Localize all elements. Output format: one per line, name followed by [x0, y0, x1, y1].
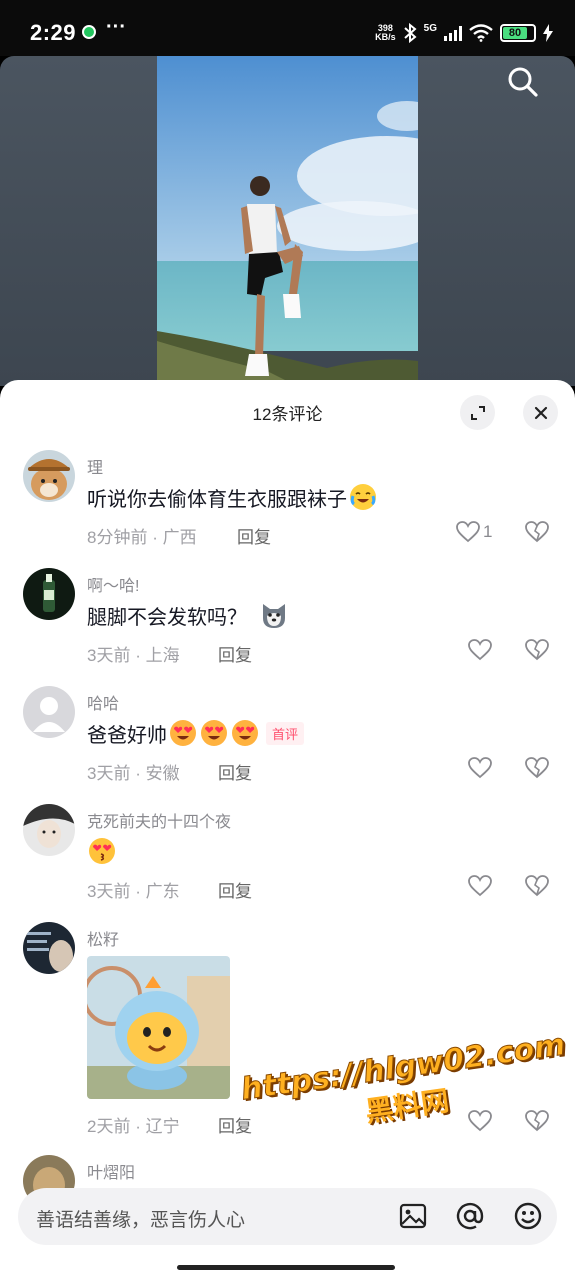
- like-count: 1: [483, 522, 493, 541]
- video-frame-image: [157, 56, 418, 386]
- comment-meta: 8分钟前 · 广西: [87, 528, 197, 547]
- image-icon[interactable]: [398, 1201, 428, 1231]
- comment-text: 爸爸好帅 首评: [87, 718, 305, 748]
- comment-username[interactable]: 啊～哈!: [87, 572, 139, 596]
- at-icon[interactable]: [455, 1201, 485, 1231]
- dislike-icon[interactable]: [525, 639, 549, 661]
- first-comment-badge: 首评: [266, 721, 305, 745]
- avatar[interactable]: [23, 686, 75, 738]
- husky-emoji: [263, 604, 285, 628]
- comment-text: 腿脚不会发软吗？: [87, 600, 289, 630]
- status-more-icon: ···: [106, 16, 126, 38]
- emoji-icon[interactable]: [513, 1201, 543, 1231]
- video-player[interactable]: [157, 56, 418, 386]
- comment-username[interactable]: 松籽: [87, 926, 119, 950]
- comment-meta: 3天前 · 广东: [87, 882, 180, 901]
- reply-button[interactable]: 回复: [218, 1112, 252, 1137]
- battery-level: 80: [503, 27, 527, 39]
- heart-eyes-emoji: [201, 720, 227, 746]
- heart-icon: [468, 875, 492, 897]
- like-button[interactable]: [468, 875, 492, 897]
- avatar[interactable]: [23, 922, 75, 974]
- expand-icon: [470, 405, 485, 420]
- avatar[interactable]: [23, 804, 75, 856]
- video-background[interactable]: [0, 56, 575, 386]
- comment-username[interactable]: 叶熠阳: [87, 1159, 135, 1183]
- close-icon: [534, 406, 547, 419]
- comment-text: [87, 836, 117, 866]
- heart-icon: [468, 1110, 492, 1132]
- comment-username[interactable]: 克死前夫的十四个夜: [87, 808, 231, 832]
- heart-eyes-emoji: [232, 720, 258, 746]
- heart-icon: [456, 521, 480, 543]
- status-time: 2:29: [30, 20, 77, 45]
- heart-eyes-emoji: [170, 720, 196, 746]
- home-indicator: [177, 1265, 395, 1270]
- net-speed: 398 KB/s: [375, 23, 396, 42]
- signal-icon: [444, 25, 462, 41]
- like-button[interactable]: [468, 757, 492, 779]
- reply-button[interactable]: 回复: [237, 523, 271, 548]
- like-button[interactable]: [468, 1110, 492, 1132]
- status-icons: 398 KB/s 5G 80: [375, 22, 553, 44]
- comment-input-placeholder: 善语结善缘，恶言伤人心: [36, 1210, 246, 1231]
- kiss-emoji: [89, 838, 115, 864]
- avatar[interactable]: [23, 450, 75, 502]
- dislike-icon[interactable]: [525, 1110, 549, 1132]
- comment-meta: 2天前 · 辽宁: [87, 1117, 180, 1136]
- reply-button[interactable]: 回复: [218, 641, 252, 666]
- dislike-icon[interactable]: [525, 521, 549, 543]
- reply-button[interactable]: 回复: [218, 877, 252, 902]
- reply-button[interactable]: 回复: [218, 759, 252, 784]
- comment-meta: 3天前 · 上海: [87, 646, 180, 665]
- wifi-icon: [469, 24, 493, 42]
- expand-button[interactable]: [460, 395, 495, 430]
- app-dot-icon: [82, 25, 96, 39]
- comment-input[interactable]: 善语结善缘，恶言伤人心: [18, 1188, 557, 1245]
- comment-sheet: 12条评论 理 听说你去偷体育生衣服跟袜子 8分钟前 · 广西 回复 1 啊～哈…: [0, 380, 575, 1280]
- network-type: 5G: [423, 22, 437, 34]
- comment-username[interactable]: 哈哈: [87, 690, 119, 714]
- like-button[interactable]: [468, 639, 492, 661]
- comment-text: 听说你去偷体育生衣服跟袜子: [87, 482, 378, 512]
- close-button[interactable]: [523, 395, 558, 430]
- dislike-icon[interactable]: [525, 757, 549, 779]
- heart-icon: [468, 639, 492, 661]
- like-button[interactable]: 1: [456, 521, 492, 543]
- bluetooth-icon: [403, 23, 417, 43]
- status-bar: 2:29 ··· 398 KB/s 5G 80: [0, 0, 575, 56]
- comment-sticker-image[interactable]: [87, 956, 230, 1099]
- battery-icon: 80: [500, 24, 536, 42]
- crying-laugh-emoji: [350, 484, 376, 510]
- dislike-icon[interactable]: [525, 875, 549, 897]
- search-icon[interactable]: [505, 64, 541, 100]
- avatar[interactable]: [23, 568, 75, 620]
- comment-meta: 3天前 · 安徽: [87, 764, 180, 783]
- charging-icon: [543, 24, 553, 42]
- heart-icon: [468, 757, 492, 779]
- comment-username[interactable]: 理: [87, 454, 103, 478]
